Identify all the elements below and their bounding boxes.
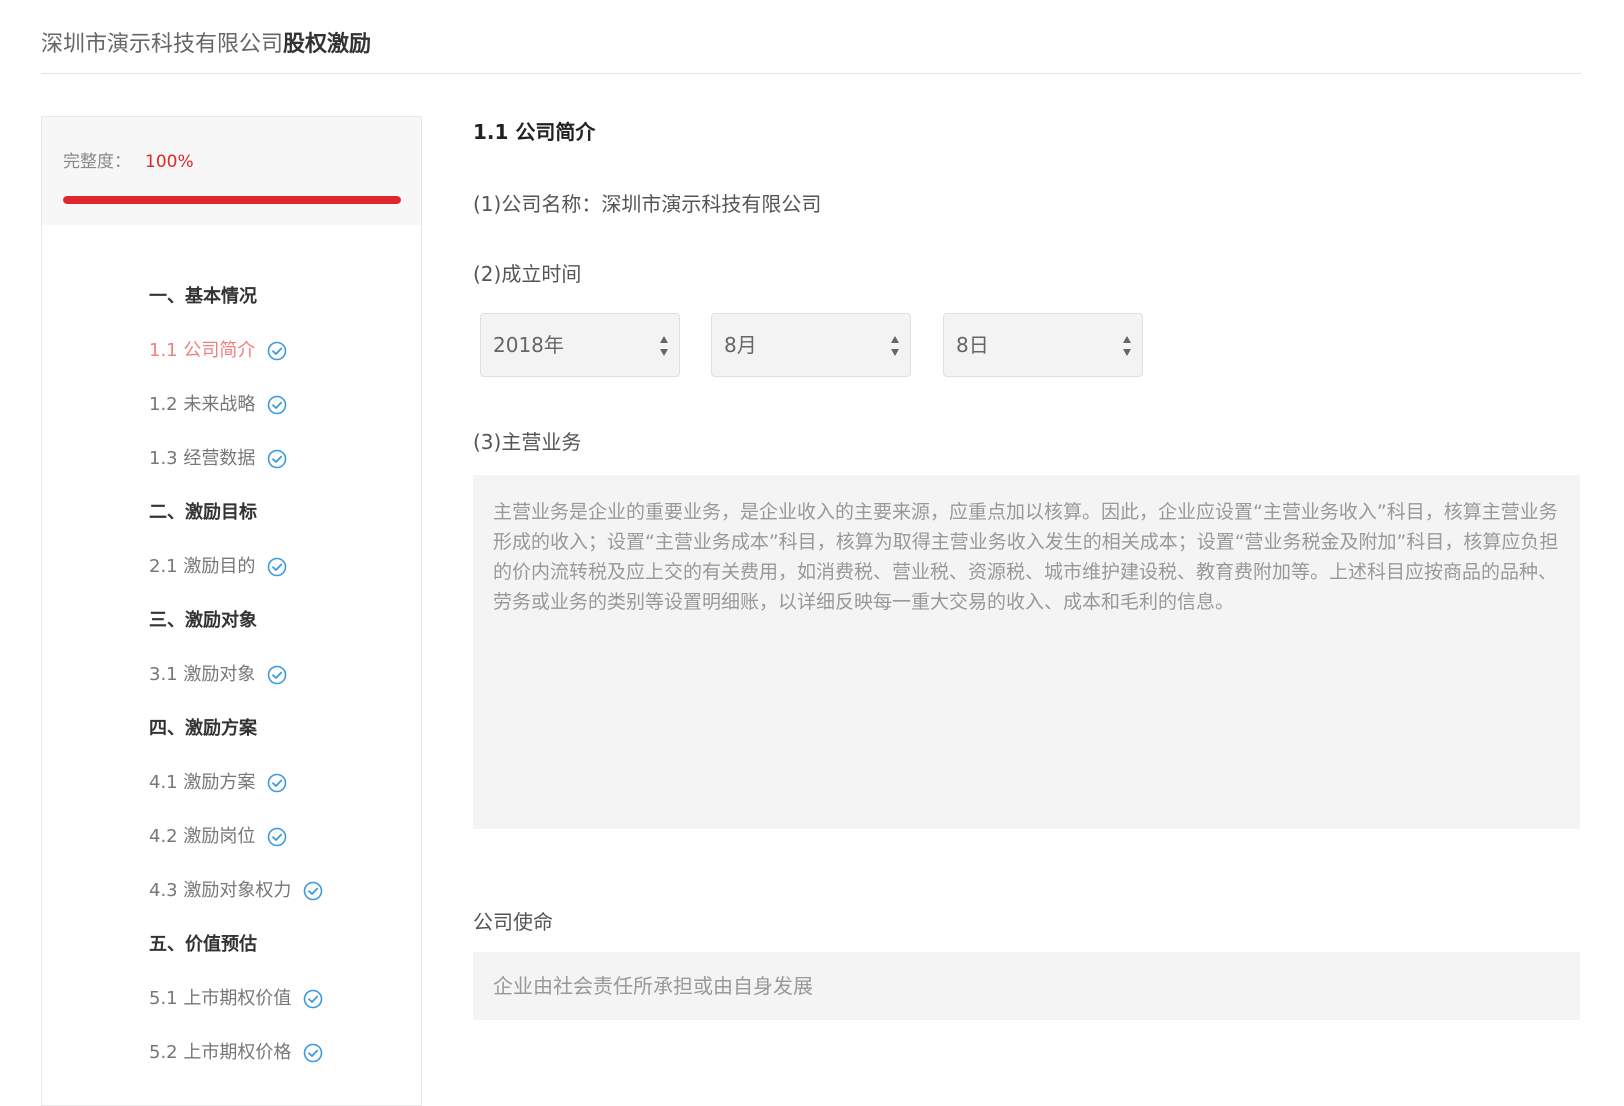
select-arrows-icon	[891, 336, 899, 356]
check-circle-icon	[268, 341, 287, 361]
sidebar-section: 二、激励目标	[149, 498, 257, 528]
sidebar-item-label: 4.2 激励岗位	[149, 826, 256, 847]
sidebar-item[interactable]: 3.1 激励对象	[149, 660, 287, 690]
month-value: 8月	[724, 333, 757, 357]
sidebar-item-label: 5.2 上市期权价格	[149, 1042, 292, 1063]
mission-label: 公司使命	[473, 910, 553, 934]
sidebar-item[interactable]: 1.2 未来战略	[149, 390, 287, 420]
founded-label: (2)成立时间	[473, 262, 582, 286]
business-textarea[interactable]: 主营业务是企业的重要业务，是企业收入的主要来源，应重点加以核算。因此，企业应设置…	[473, 475, 1580, 829]
sidebar-item-label: 2.1 激励目的	[149, 556, 256, 577]
section-title: 1.1 公司简介	[473, 120, 596, 144]
sidebar-item[interactable]: 4.3 激励对象权力	[149, 876, 323, 906]
month-select[interactable]: 8月	[711, 313, 911, 377]
sidebar-item-label: 三、激励对象	[149, 610, 257, 631]
mission-input[interactable]: 企业由社会责任所承担或由自身发展	[473, 952, 1580, 1020]
progress-bar	[63, 196, 401, 204]
progress-fill	[63, 196, 401, 204]
sidebar-item[interactable]: 1.3 经营数据	[149, 444, 287, 474]
sidebar-item[interactable]: 5.1 上市期权价值	[149, 984, 323, 1014]
sidebar-item-label: 四、激励方案	[149, 718, 257, 739]
completeness-label: 完整度：	[63, 152, 131, 172]
sidebar-item-label: 4.1 激励方案	[149, 772, 256, 793]
check-circle-icon	[304, 881, 323, 901]
sidebar-item[interactable]: 4.1 激励方案	[149, 768, 287, 798]
company-name-field: (1)公司名称：深圳市演示科技有限公司	[473, 192, 822, 216]
sidebar-item[interactable]: 2.1 激励目的	[149, 552, 287, 582]
select-arrows-icon	[1123, 336, 1131, 356]
year-select[interactable]: 2018年	[480, 313, 680, 377]
sidebar-item[interactable]: 1.1 公司简介	[149, 336, 287, 366]
module-title: 股权激励	[283, 32, 372, 57]
sidebar-item-label: 5.1 上市期权价值	[149, 988, 292, 1009]
sidebar-section: 五、价值预估	[149, 930, 257, 960]
day-select[interactable]: 8日	[943, 313, 1143, 377]
sidebar-item-label: 1.3 经营数据	[149, 448, 256, 469]
sidebar-item[interactable]: 4.2 激励岗位	[149, 822, 287, 852]
year-value: 2018年	[493, 333, 564, 357]
day-value: 8日	[956, 333, 989, 357]
sidebar-item[interactable]: 5.2 上市期权价格	[149, 1038, 323, 1068]
sidebar-item-label: 一、基本情况	[149, 286, 257, 307]
company-name: 深圳市演示科技有限公司	[41, 32, 284, 57]
sidebar-item-label: 1.2 未来战略	[149, 394, 256, 415]
sidebar-item-label: 3.1 激励对象	[149, 664, 256, 685]
check-circle-icon	[268, 557, 287, 577]
sidebar-section: 三、激励对象	[149, 606, 257, 636]
completeness-value: 100%	[145, 152, 194, 172]
sidebar-item-label: 1.1 公司简介	[149, 340, 256, 361]
sidebar-section: 一、基本情况	[149, 282, 257, 312]
page-header: 深圳市演示科技有限公司股权激励	[41, 26, 1581, 74]
sidebar: 完整度： 100% 一、基本情况 1.1 公司简介 1.2 未来战略 1.3 经营数据二…	[41, 116, 422, 1106]
check-circle-icon	[268, 773, 287, 793]
sidebar-item-label: 4.3 激励对象权力	[149, 880, 292, 901]
check-circle-icon	[268, 449, 287, 469]
check-circle-icon	[268, 395, 287, 415]
sidebar-item-label: 五、价值预估	[149, 934, 257, 955]
check-circle-icon	[304, 1043, 323, 1063]
check-circle-icon	[268, 665, 287, 685]
sidebar-section: 四、激励方案	[149, 714, 257, 744]
sidebar-item-label: 二、激励目标	[149, 502, 257, 523]
check-circle-icon	[268, 827, 287, 847]
completeness-panel: 完整度： 100%	[42, 117, 421, 225]
check-circle-icon	[304, 989, 323, 1009]
business-label: (3)主营业务	[473, 430, 582, 454]
select-arrows-icon	[660, 336, 668, 356]
